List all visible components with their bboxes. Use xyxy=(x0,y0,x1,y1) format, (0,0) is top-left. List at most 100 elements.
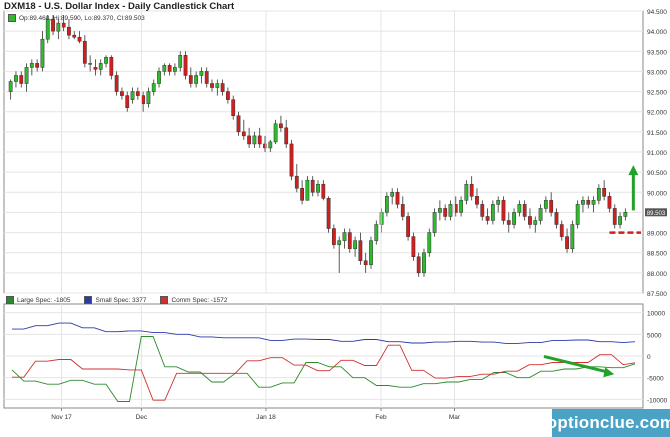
candle-body xyxy=(459,200,463,213)
candle-body xyxy=(480,204,485,217)
candle-body xyxy=(517,204,522,213)
candle-body xyxy=(400,204,405,217)
candle-body xyxy=(178,55,183,68)
candle-body xyxy=(432,212,437,233)
candle-body xyxy=(157,71,161,84)
price-tick-label: 93.500 xyxy=(647,49,667,56)
candle-body xyxy=(231,99,236,116)
large-spec-swatch xyxy=(6,296,14,304)
candle-body xyxy=(485,216,490,221)
candle-body xyxy=(35,63,40,68)
candle-body xyxy=(226,91,230,100)
candle-body xyxy=(591,200,596,205)
price-tick-label: 91.000 xyxy=(647,150,667,157)
price-tick-label: 90.000 xyxy=(647,190,667,197)
cot-tick-label: 0 xyxy=(647,354,651,361)
candle-body xyxy=(125,95,130,108)
candle-body xyxy=(268,141,273,149)
candle-body xyxy=(120,91,124,96)
candle-body xyxy=(300,188,304,201)
candle-body xyxy=(204,71,209,84)
candle-body xyxy=(183,55,188,76)
candle-body xyxy=(490,204,495,221)
candlestick xyxy=(411,232,416,261)
candle-body xyxy=(241,131,246,137)
candle-body xyxy=(374,224,379,241)
candle-body xyxy=(607,196,612,209)
candle-body xyxy=(596,188,601,201)
candle-body xyxy=(273,123,278,143)
candlestick xyxy=(427,228,432,257)
x-tick-label: Feb xyxy=(375,414,387,421)
candle-body xyxy=(612,208,617,225)
candle-body xyxy=(347,232,352,249)
x-tick-label: Dec xyxy=(136,414,148,421)
candle-body xyxy=(98,63,103,70)
candle-body xyxy=(56,22,61,32)
candle-body xyxy=(379,212,384,225)
candle-body xyxy=(114,75,119,92)
candle-body xyxy=(305,179,310,201)
comm-spec-swatch xyxy=(160,296,169,304)
candle-body xyxy=(19,75,24,84)
legend-label-small-spec: Small Spec: 3377 xyxy=(95,296,147,304)
candle-body xyxy=(67,26,71,36)
candle-body xyxy=(93,67,98,70)
price-tick-label: 92.500 xyxy=(647,90,667,97)
candlestick xyxy=(326,196,331,233)
legend-item-large-spec: Large Spec: -1805 xyxy=(6,296,70,304)
cot-tick-label: 5000 xyxy=(647,332,662,339)
candle-body xyxy=(353,240,357,249)
price-tick-label: 92.000 xyxy=(647,110,667,117)
candle-body xyxy=(512,212,516,225)
candle-body xyxy=(294,175,299,189)
legend-label-large-spec: Large Spec: -1805 xyxy=(17,296,71,304)
price-tick-label: 88.000 xyxy=(647,271,667,278)
candle-body xyxy=(570,224,575,249)
candle-body xyxy=(72,34,77,38)
candle-body xyxy=(247,135,252,145)
small-spec-swatch xyxy=(84,296,93,304)
candle-body xyxy=(210,83,214,88)
candle-body xyxy=(411,236,416,257)
candle-body xyxy=(146,91,151,104)
candle-body xyxy=(337,240,342,245)
candle-body xyxy=(506,220,511,225)
candle-body xyxy=(448,204,453,217)
candle-body xyxy=(130,91,135,100)
candle-body xyxy=(40,38,45,68)
candle-body xyxy=(162,65,167,72)
candle-body xyxy=(332,228,336,245)
candle-body xyxy=(88,63,93,65)
candle-body xyxy=(220,83,225,92)
chart-title: DXM18 - U.S. Dollar Index - Daily Candle… xyxy=(4,1,235,12)
candlestick xyxy=(570,220,575,253)
candle-body xyxy=(390,192,395,197)
candlestick xyxy=(369,236,373,269)
x-tick-label: Nov 17 xyxy=(51,414,72,421)
candle-body xyxy=(8,81,13,92)
candlestick xyxy=(422,248,426,277)
candle-body xyxy=(151,83,156,92)
x-tick-label: Jan 18 xyxy=(256,414,276,421)
candle-body xyxy=(437,208,442,213)
candle-body xyxy=(586,200,591,205)
chart-canvas: 94.500 94.000 93.500 93.000 92.500 92.000 91.5… xyxy=(3,9,668,421)
candle-body xyxy=(284,127,289,145)
candle-body xyxy=(316,183,320,193)
candle-body xyxy=(236,115,241,133)
candle-body xyxy=(104,57,108,64)
candle-body xyxy=(395,192,400,205)
candle-body xyxy=(358,240,363,262)
legend-item-comm-spec: Comm Spec: -1572 xyxy=(160,296,227,304)
candle-body xyxy=(475,196,479,205)
price-tick-label: 88.500 xyxy=(647,251,667,258)
candle-body xyxy=(427,232,432,253)
candle-body xyxy=(549,200,554,213)
candle-body xyxy=(326,198,331,229)
candle-body xyxy=(369,240,373,266)
candle-body xyxy=(24,67,29,84)
price-tick-label: 90.500 xyxy=(647,170,667,177)
candle-body xyxy=(342,232,347,241)
ohlc-text: Op:89.460, Hi:89.590, Lo:89.370, Cl:89.5… xyxy=(19,14,145,22)
